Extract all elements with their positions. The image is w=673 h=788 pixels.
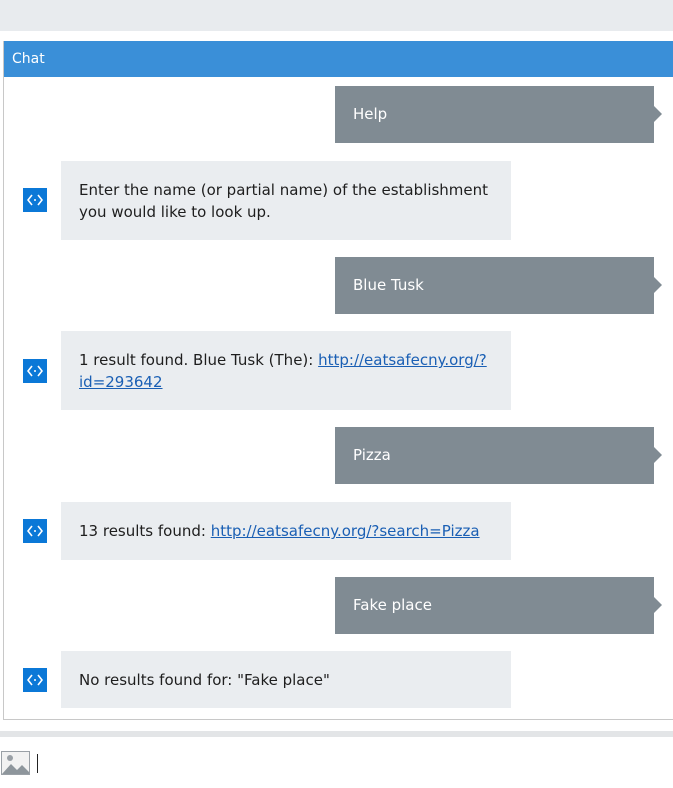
chat-header: Chat (4, 41, 673, 77)
bot-message: No results found for: "Fake place" (61, 651, 511, 708)
bot-avatar-icon (23, 519, 47, 543)
bot-avatar-icon (23, 359, 47, 383)
user-message: Pizza (335, 427, 662, 484)
composer-divider (0, 731, 673, 737)
bot-message: 13 results found: http://eatsafecny.org/… (61, 502, 511, 560)
user-message: Blue Tusk (335, 257, 662, 314)
bot-message-text: 13 results found: (79, 522, 211, 540)
user-message: Fake place (335, 577, 662, 634)
result-link[interactable]: http://eatsafecny.org/?search=Pizza (211, 522, 480, 540)
bot-message-text: 1 result found. Blue Tusk (The): (79, 351, 319, 369)
bot-message-text: Enter the name (or partial name) of the … (79, 181, 489, 221)
bot-avatar-icon (23, 668, 47, 692)
chat-window: Chat Help Enter the name (or partial nam… (3, 41, 673, 720)
user-message: Help (335, 86, 662, 143)
text-caret[interactable] (37, 754, 38, 773)
image-icon[interactable] (1, 751, 30, 775)
top-toolbar-strip (0, 0, 673, 31)
bot-message: Enter the name (or partial name) of the … (61, 161, 511, 240)
bot-avatar-icon (23, 188, 47, 212)
message-composer[interactable] (0, 750, 673, 776)
bot-message-text: No results found for: "Fake place" (79, 671, 330, 689)
bot-message: 1 result found. Blue Tusk (The): http://… (61, 331, 511, 410)
